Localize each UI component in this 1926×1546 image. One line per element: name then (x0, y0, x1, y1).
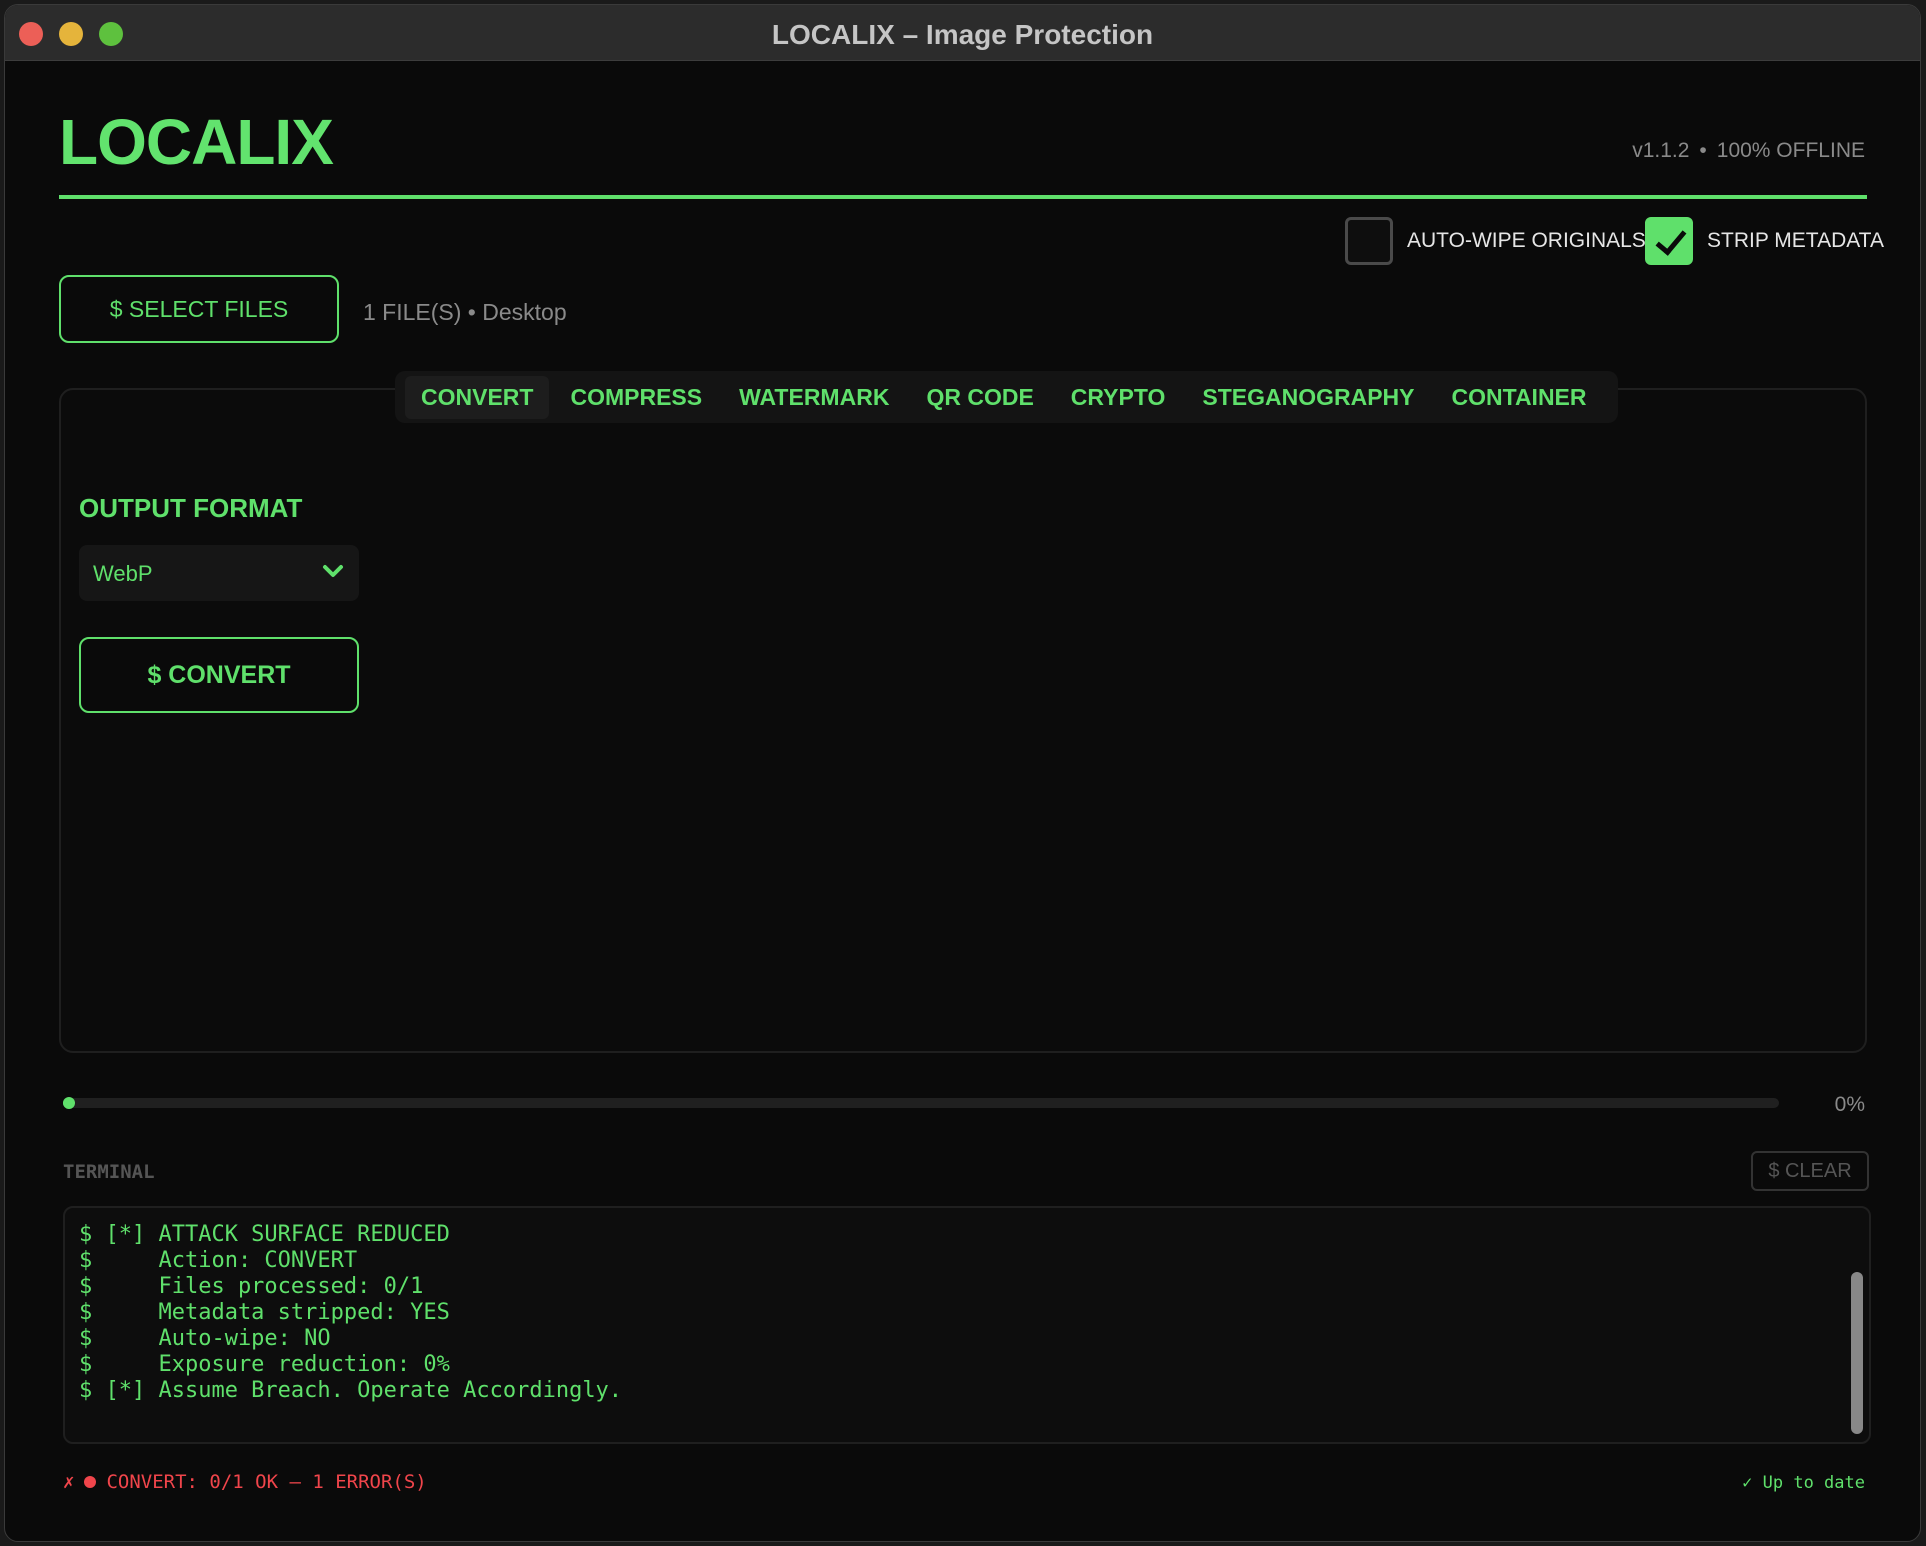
clear-terminal-button[interactable]: $ CLEAR (1751, 1151, 1869, 1191)
app-window: LOCALIX – Image Protection LOCALIX v1.1.… (4, 4, 1921, 1542)
progress-bar (63, 1098, 1779, 1108)
terminal-line: $ Files processed: 0/1 (79, 1274, 424, 1299)
app-logo: LOCALIX (59, 106, 334, 178)
auto-wipe-option[interactable]: AUTO-WIPE ORIGINALS (1345, 217, 1646, 265)
terminal-output[interactable]: $ [*] ATTACK SURFACE REDUCED $ Action: CO… (63, 1206, 1871, 1444)
terminal-line: $ [*] ATTACK SURFACE REDUCED (79, 1222, 450, 1247)
title-bar[interactable]: LOCALIX – Image Protection (5, 5, 1920, 61)
tool-tabs: CONVERT COMPRESS WATERMARK QR CODE CRYPTO STE… (395, 371, 1618, 423)
error-x-icon: ✗ (63, 1471, 75, 1493)
tool-panel (59, 388, 1867, 1053)
version-separator: • (1699, 139, 1707, 162)
terminal-label: TERMINAL (63, 1161, 155, 1183)
tab-convert[interactable]: CONVERT (405, 375, 550, 419)
version-info: v1.1.2 • 100% OFFLINE (1265, 139, 1865, 163)
progress-percent: 0% (1834, 1093, 1865, 1116)
progress-indicator (63, 1097, 75, 1109)
update-status: ✓ Up to date (1742, 1473, 1865, 1493)
terminal-line: $ Action: CONVERT (79, 1248, 358, 1273)
status-message: ✗ CONVERT: 0/1 OK — 1 ERROR(S) (63, 1471, 427, 1493)
tab-qr-code[interactable]: QR CODE (910, 376, 1049, 419)
offline-mode: 100% OFFLINE (1716, 139, 1865, 162)
tab-container[interactable]: CONTAINER (1436, 376, 1603, 419)
tab-steganography[interactable]: STEGANOGRAPHY (1186, 376, 1430, 419)
tab-compress[interactable]: COMPRESS (554, 376, 718, 419)
status-text: CONVERT: 0/1 OK — 1 ERROR(S) (106, 1471, 427, 1493)
output-format-label: OUTPUT FORMAT (79, 493, 303, 523)
output-format-select[interactable]: WebP (79, 545, 359, 601)
strip-metadata-checkbox[interactable] (1645, 217, 1693, 265)
error-dot-icon (84, 1476, 97, 1488)
header-divider (59, 195, 1867, 199)
tab-watermark[interactable]: WATERMARK (723, 376, 905, 419)
window-title: LOCALIX – Image Protection (771, 19, 1154, 50)
strip-metadata-label: STRIP METADATA (1707, 229, 1884, 252)
auto-wipe-checkbox[interactable] (1345, 217, 1393, 265)
output-format-value: WebP (93, 561, 153, 586)
select-files-button[interactable]: $ SELECT FILES (59, 275, 339, 343)
auto-wipe-label: AUTO-WIPE ORIGINALS (1407, 229, 1646, 252)
file-count-info: 1 FILE(S) • Desktop (363, 299, 567, 325)
chevron-down-icon (323, 565, 343, 577)
tab-crypto[interactable]: CRYPTO (1055, 376, 1182, 419)
convert-button[interactable]: $ CONVERT (79, 637, 359, 713)
terminal-line: $ [*] Assume Breach. Operate Accordingly… (79, 1378, 623, 1403)
terminal-scrollbar[interactable] (1851, 1272, 1863, 1434)
terminal-line: $ Metadata stripped: YES (79, 1300, 450, 1325)
version-number: v1.1.2 (1632, 139, 1690, 162)
strip-metadata-option[interactable]: STRIP METADATA (1645, 217, 1884, 265)
terminal-lines: $ [*] ATTACK SURFACE REDUCED $ Action: CO… (79, 1222, 622, 1404)
terminal-line: $ Auto-wipe: NO (79, 1326, 331, 1351)
terminal-line: $ Exposure reduction: 0% (79, 1352, 450, 1377)
